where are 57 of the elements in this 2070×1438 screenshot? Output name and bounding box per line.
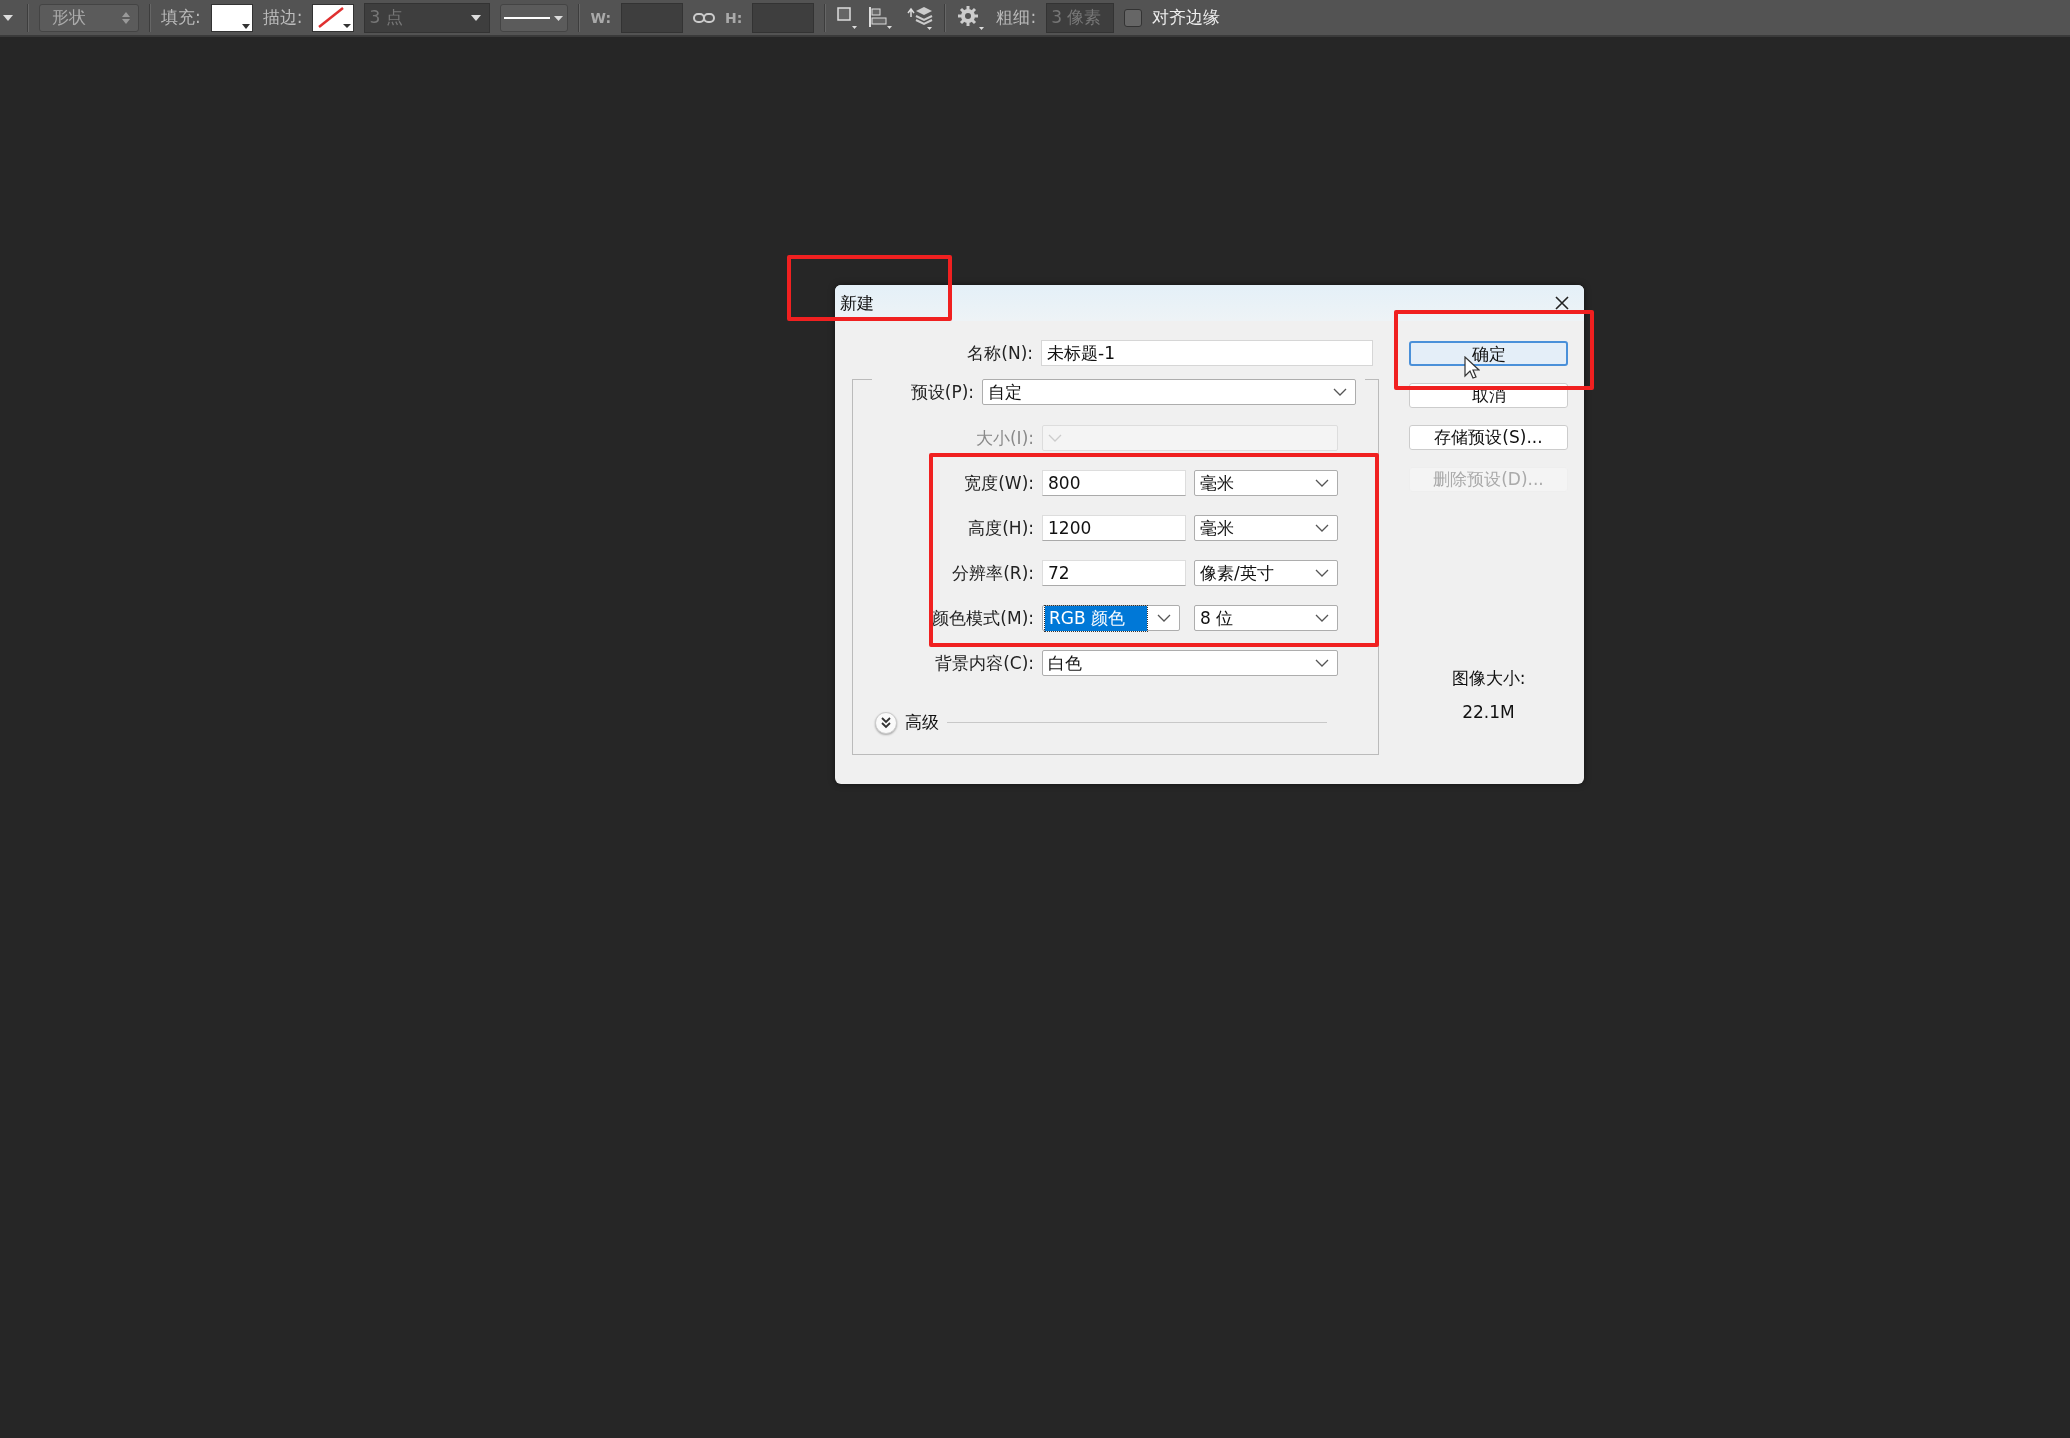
unit-dropdown[interactable]: 毫米	[1194, 470, 1338, 496]
width-label: W:	[590, 9, 612, 26]
align-icon[interactable]	[868, 5, 895, 30]
field-label: 大小(I):	[975, 426, 1035, 450]
stepper-icon	[122, 11, 130, 24]
chevron-down-icon	[1315, 659, 1329, 667]
chevron-down-icon	[1157, 614, 1171, 622]
advanced-label: 高级	[905, 711, 939, 734]
fill-swatch[interactable]	[210, 3, 253, 32]
field-label: 名称(N):	[966, 341, 1034, 365]
number-field[interactable]: 72	[1042, 560, 1186, 586]
field-label: 预设(P):	[909, 380, 975, 404]
align-edges-checkbox[interactable]	[1124, 8, 1143, 27]
weight-label: 粗细:	[996, 6, 1037, 29]
stroke-label: 描边:	[262, 6, 303, 29]
field-label: 背景内容(C):	[934, 651, 1035, 675]
caret-icon	[471, 14, 482, 21]
field-label: 宽度(W):	[963, 471, 1035, 495]
chevron-down-icon	[1048, 434, 1062, 442]
align-edges-label: 对齐边缘	[1152, 6, 1221, 29]
settings-icon[interactable]	[956, 4, 987, 31]
chevron-down-icon	[1315, 569, 1329, 577]
expand-toggle[interactable]	[875, 711, 897, 734]
unit-dropdown[interactable]: 毫米	[1194, 515, 1338, 541]
name-field[interactable]: 未标题-1	[1041, 340, 1373, 366]
bit-depth-dropdown[interactable]: 8 位	[1194, 605, 1338, 631]
double-chevron-icon	[880, 716, 892, 729]
chevron-down-icon	[1315, 614, 1329, 622]
dialog-title: 新建	[840, 291, 874, 315]
stroke-swatch[interactable]	[312, 3, 355, 32]
arrange-layers-icon[interactable]	[904, 4, 935, 31]
height-label: H:	[725, 9, 743, 26]
image-size-label: 图像大小:	[1451, 667, 1526, 690]
width-field[interactable]	[621, 2, 684, 33]
fill-label: 填充:	[161, 6, 201, 29]
color-mode-dropdown[interactable]: RGB 颜色	[1042, 605, 1180, 631]
caret-icon[interactable]	[3, 14, 13, 21]
link-icon[interactable]	[693, 11, 716, 24]
stroke-style-dropdown[interactable]	[500, 3, 569, 32]
preset-dropdown[interactable]: 自定	[982, 379, 1356, 405]
chevron-down-icon	[1333, 388, 1347, 396]
caret-icon	[241, 23, 250, 29]
height-field[interactable]	[752, 2, 815, 33]
number-field[interactable]: 1200	[1042, 515, 1186, 541]
image-size-value: 22.1M	[1462, 702, 1515, 722]
dialog-button[interactable]: 确定	[1409, 341, 1568, 366]
field-label: 颜色模式(M):	[931, 606, 1035, 630]
chevron-down-icon	[1315, 524, 1329, 532]
chevron-down-icon	[1315, 479, 1329, 487]
field-label: 高度(H):	[967, 516, 1035, 540]
unit-dropdown[interactable]: 像素/英寸	[1194, 560, 1338, 586]
field-label: 分辨率(R):	[951, 561, 1035, 585]
dropdown[interactable]: 白色	[1042, 650, 1338, 676]
dialog-button[interactable]: 存储预设(S)...	[1409, 425, 1568, 450]
number-field[interactable]: 800	[1042, 470, 1186, 496]
close-icon[interactable]	[1554, 295, 1570, 311]
path-operations-icon[interactable]	[836, 5, 859, 30]
